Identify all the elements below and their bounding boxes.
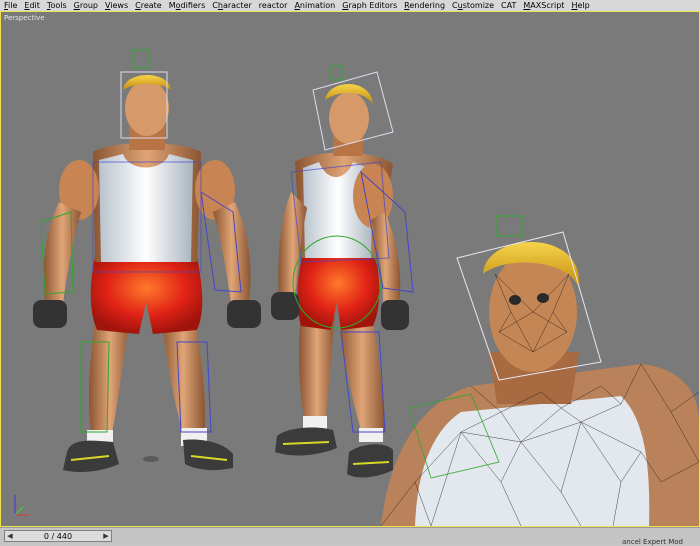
menu-graph-editors[interactable]: Graph Editors: [338, 0, 400, 11]
menu-character[interactable]: Character: [208, 0, 255, 11]
viewport-perspective[interactable]: Perspective: [0, 11, 700, 528]
character-closeup-wireframe[interactable]: [380, 215, 699, 526]
menu-tools[interactable]: Tools: [43, 0, 70, 11]
character-front[interactable]: [33, 49, 261, 472]
arrow-left-icon[interactable]: ◀: [5, 531, 15, 541]
time-slider[interactable]: ◀ 0 / 440 ▶: [4, 530, 112, 542]
menu-modifiers[interactable]: Modifiers: [165, 0, 209, 11]
status-text: ancel Expert Mod: [622, 538, 683, 546]
character-three-quarter[interactable]: [271, 65, 414, 478]
menu-edit[interactable]: Edit: [20, 0, 43, 11]
arrow-right-icon[interactable]: ▶: [101, 531, 111, 541]
menu-create[interactable]: Create: [131, 0, 165, 11]
scene-canvas[interactable]: [1, 12, 699, 526]
axis-gizmo-icon: [14, 495, 29, 516]
menu-bar: File Edit Tools Group Views Create Modifiers Ch…: [0, 0, 700, 11]
menu-cat[interactable]: CAT: [497, 0, 519, 11]
menu-maxscript[interactable]: MAXScript: [519, 0, 567, 11]
menu-group[interactable]: Group: [70, 0, 101, 11]
menu-help[interactable]: Help: [567, 0, 592, 11]
frame-counter: 0 / 440: [43, 531, 73, 541]
menu-customize[interactable]: Customize: [448, 0, 497, 11]
timeline-bar: ◀ 0 / 440 ▶ ancel Expert Mod: [0, 527, 700, 546]
menu-file[interactable]: File: [0, 0, 20, 11]
menu-rendering[interactable]: Rendering: [400, 0, 448, 11]
menu-animation[interactable]: Animation: [290, 0, 338, 11]
menu-views[interactable]: Views: [101, 0, 131, 11]
menu-reactor[interactable]: reactor: [255, 0, 291, 11]
